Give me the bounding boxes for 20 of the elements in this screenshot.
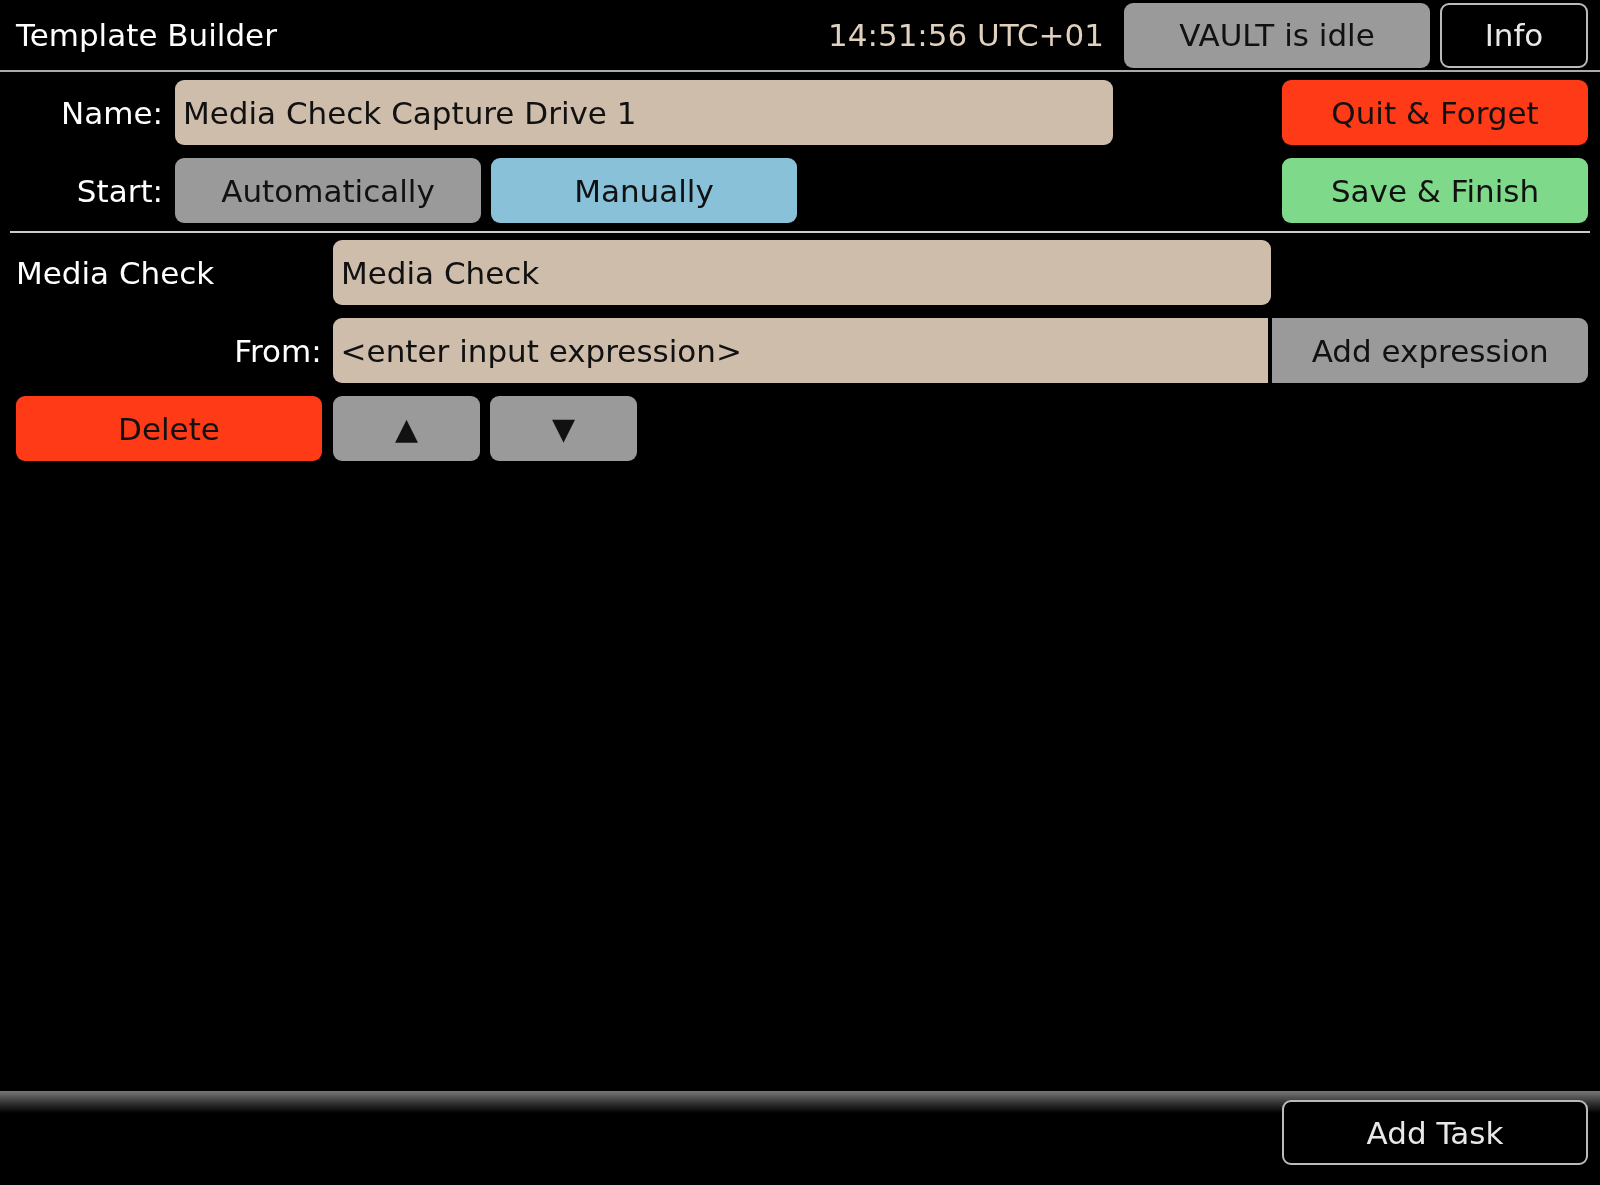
from-label: From: — [233, 332, 322, 369]
window-title: Template Builder — [16, 17, 278, 53]
status-button[interactable]: VAULT is idle — [1124, 2, 1430, 68]
add-expression-button[interactable]: Add expression — [1272, 318, 1588, 383]
start-option[interactable]: Manually — [491, 158, 797, 223]
start-label: Start: — [75, 172, 163, 209]
quit-button[interactable]: Quit & Forget — [1282, 80, 1588, 145]
move-up-button[interactable]: ▲ — [333, 396, 480, 461]
move-down-button[interactable]: ▼ — [490, 396, 637, 461]
save-button[interactable]: Save & Finish — [1282, 158, 1588, 223]
start-option[interactable]: Automatically — [175, 158, 481, 223]
task-name-field[interactable]: Media Check — [333, 240, 1271, 305]
clock-text: 14:51:56 UTC+01 — [828, 17, 1104, 53]
delete-button[interactable]: Delete — [16, 396, 322, 461]
name-label: Name: — [60, 94, 163, 131]
info-button[interactable]: Info — [1440, 2, 1588, 68]
task-label: Media Check — [16, 254, 216, 291]
expression-field[interactable]: <enter input expression> — [332, 318, 1269, 383]
name-field[interactable]: Media Check Capture Drive 1 — [175, 80, 1113, 145]
add-task-button[interactable]: Add Task — [1282, 1100, 1588, 1165]
